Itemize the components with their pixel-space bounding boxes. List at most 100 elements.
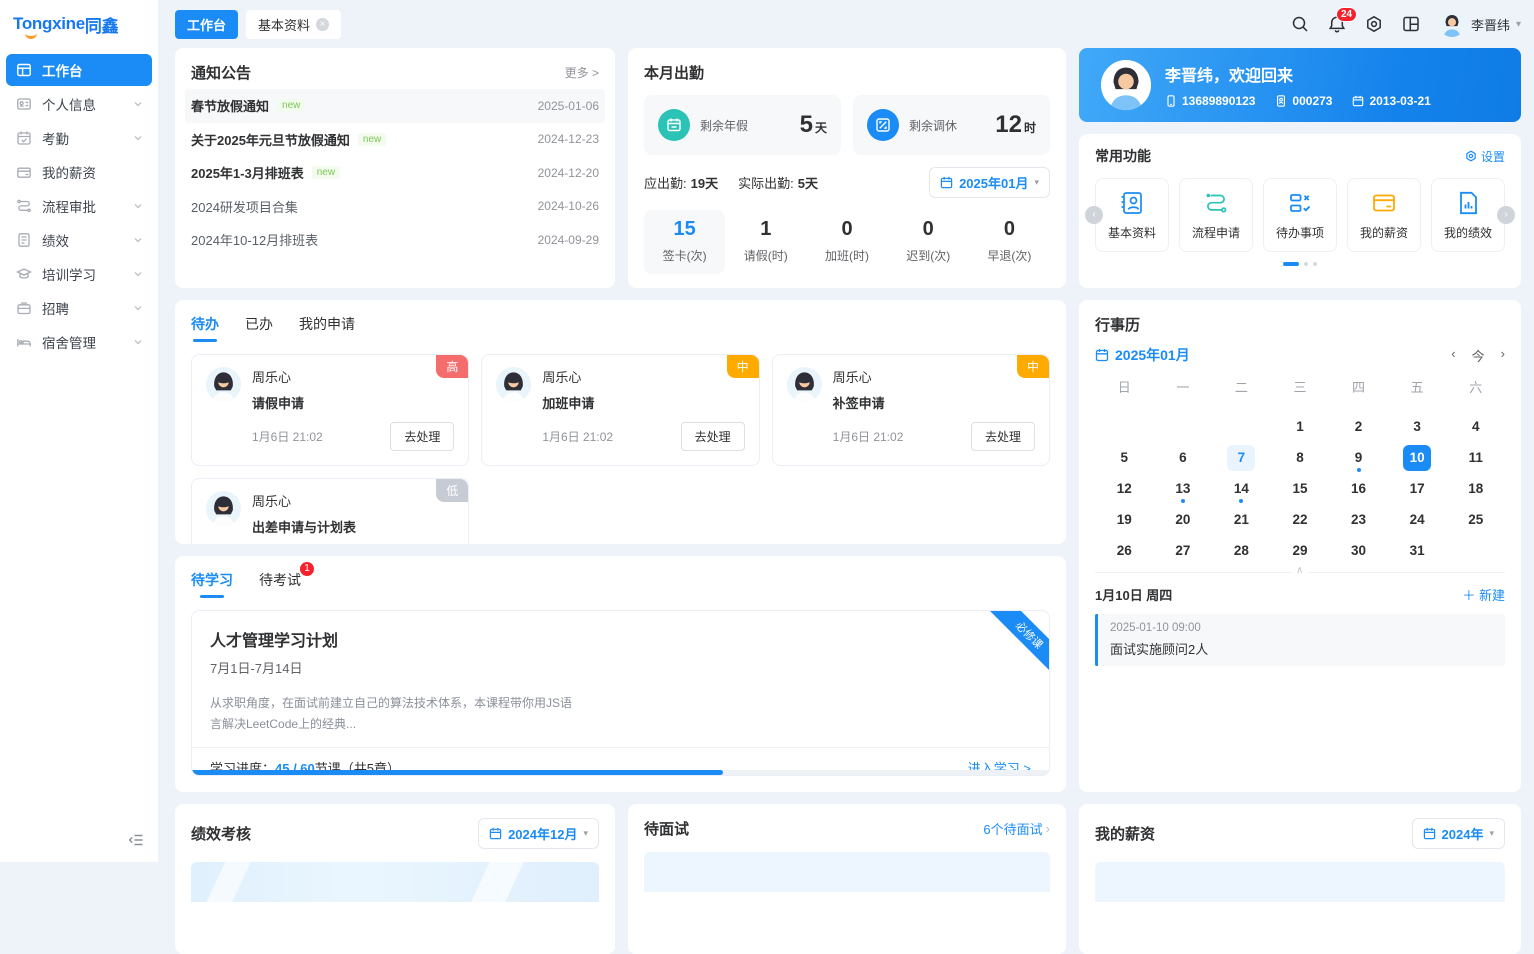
course-card[interactable]: 必修课 人才管理学习计划 7月1日-7月14日 从求职角度，在面试前建立自己的算… bbox=[191, 610, 1050, 776]
performance-month-select[interactable]: 2024年12月 ▾ bbox=[478, 818, 599, 849]
quick-functions-card: 常用功能 设置 基本资料 bbox=[1079, 134, 1521, 288]
calendar-day[interactable]: 13 bbox=[1154, 473, 1213, 504]
notice-item[interactable]: 关于2025年元旦节放假通知 new 2024-12-23 bbox=[191, 123, 599, 157]
calendar-day[interactable]: 8 bbox=[1271, 442, 1330, 473]
brand-logo[interactable]: Tongxine同鑫 bbox=[0, 0, 158, 48]
notice-item[interactable]: 春节放假通知 new 2025-01-06 bbox=[185, 89, 605, 123]
calendar-event[interactable]: 2025-01-10 09:00 面试实施顾问2人 bbox=[1095, 614, 1505, 666]
stat-value: 15 bbox=[644, 218, 725, 241]
sidebar-item[interactable]: 培训学习 bbox=[6, 258, 152, 290]
sidebar: Tongxine同鑫 工作台 个人信息 考勤 我的薪资 bbox=[0, 0, 158, 862]
calendar-day[interactable]: 3 bbox=[1388, 411, 1447, 442]
calendar-day[interactable]: 2 bbox=[1329, 411, 1388, 442]
calendar-day[interactable]: 29 bbox=[1271, 535, 1330, 566]
avatar bbox=[496, 367, 531, 402]
calendar-day[interactable]: 22 bbox=[1271, 504, 1330, 535]
sidebar-item[interactable]: 我的薪资 bbox=[6, 156, 152, 188]
layout-grid-icon[interactable] bbox=[1402, 15, 1420, 33]
search-icon[interactable] bbox=[1291, 15, 1309, 33]
study-tab[interactable]: 待考试 1 bbox=[259, 570, 301, 598]
quick-item[interactable]: 我的绩效 bbox=[1431, 178, 1505, 252]
calendar-day[interactable]: 9 bbox=[1329, 442, 1388, 473]
carousel-prev-icon[interactable]: ‹ bbox=[1085, 206, 1103, 224]
notice-item[interactable]: 2025年1-3月排班表 new 2024-12-20 bbox=[191, 156, 599, 190]
notices-more-link[interactable]: 更多 > bbox=[565, 64, 599, 81]
calendar-day[interactable]: 25 bbox=[1446, 504, 1505, 535]
attendance-month-select[interactable]: 2025年01月 ▾ bbox=[929, 167, 1050, 198]
calendar-day[interactable]: 16 bbox=[1329, 473, 1388, 504]
quick-item[interactable]: 待办事项 bbox=[1263, 178, 1337, 252]
notice-item[interactable]: 2024年10-12月排班表 2024-09-29 bbox=[191, 223, 599, 257]
handle-button[interactable]: 去处理 bbox=[681, 422, 745, 451]
event-time: 2025-01-10 09:00 bbox=[1110, 622, 1493, 634]
interview-count-link[interactable]: 6个待面试› bbox=[983, 819, 1050, 838]
quick-item[interactable]: 我的薪资 bbox=[1347, 178, 1421, 252]
study-tab[interactable]: 待学习 bbox=[191, 570, 233, 598]
sidebar-item[interactable]: 工作台 bbox=[6, 54, 152, 86]
calendar-day[interactable]: 26 bbox=[1095, 535, 1154, 566]
calendar-day[interactable]: 6 bbox=[1154, 442, 1213, 473]
interview-title: 待面试 bbox=[644, 818, 689, 839]
calendar-day[interactable]: 12 bbox=[1095, 473, 1154, 504]
quick-settings-link[interactable]: 设置 bbox=[1465, 148, 1505, 165]
calendar-today-button[interactable]: 今 bbox=[1472, 346, 1485, 365]
new-event-button[interactable]: ＋ 新建 bbox=[1462, 585, 1505, 604]
page-tab[interactable]: 工作台 bbox=[175, 10, 238, 39]
carousel-dots[interactable] bbox=[1095, 262, 1505, 266]
notice-item[interactable]: 2024研发项目合集 2024-10-26 bbox=[191, 190, 599, 224]
calendar-day[interactable]: 1 bbox=[1271, 411, 1330, 442]
dashboard-grid: 通知公告 更多 > 春节放假通知 new 2025-01-06 关于2025年元… bbox=[175, 48, 1521, 954]
weekday-label: 四 bbox=[1329, 373, 1388, 403]
calendar-day[interactable]: 7 bbox=[1212, 442, 1271, 473]
calendar-day[interactable]: 30 bbox=[1329, 535, 1388, 566]
sidebar-item-icon bbox=[16, 62, 32, 78]
applicant-name: 周乐心 bbox=[252, 367, 304, 386]
close-icon[interactable]: × bbox=[316, 18, 329, 31]
todo-tab[interactable]: 已办 bbox=[245, 314, 273, 342]
sidebar-item[interactable]: 个人信息 bbox=[6, 88, 152, 120]
calendar-month[interactable]: 2025年01月 bbox=[1095, 345, 1190, 365]
calendar-day[interactable]: 24 bbox=[1388, 504, 1447, 535]
sidebar-item[interactable]: 考勤 bbox=[6, 122, 152, 154]
calendar-day[interactable]: 11 bbox=[1446, 442, 1505, 473]
calendar-day[interactable]: 21 bbox=[1212, 504, 1271, 535]
sidebar-item[interactable]: 宿舍管理 bbox=[6, 326, 152, 358]
sidebar-item[interactable]: 绩效 bbox=[6, 224, 152, 256]
calendar-day[interactable]: 15 bbox=[1271, 473, 1330, 504]
sidebar-item[interactable]: 流程审批 bbox=[6, 190, 152, 222]
quick-item[interactable]: 流程申请 bbox=[1179, 178, 1253, 252]
todo-tab[interactable]: 待办 bbox=[191, 314, 219, 342]
notification-bell-icon[interactable]: 24 bbox=[1328, 15, 1346, 33]
page-tab[interactable]: 基本资料 × bbox=[246, 10, 341, 39]
avatar bbox=[206, 491, 241, 526]
calendar-day[interactable]: 18 bbox=[1446, 473, 1505, 504]
calendar-day[interactable]: 4 bbox=[1446, 411, 1505, 442]
gear-icon[interactable] bbox=[1365, 15, 1383, 33]
calendar-prev-icon[interactable]: ‹ bbox=[1451, 346, 1455, 365]
user-menu[interactable]: 李晋纬 ▾ bbox=[1439, 11, 1521, 37]
calendar-day[interactable]: 31 bbox=[1388, 535, 1447, 566]
salary-year-select[interactable]: 2024年 ▾ bbox=[1412, 818, 1505, 849]
calendar-day[interactable]: 27 bbox=[1154, 535, 1213, 566]
calendar-next-icon[interactable]: › bbox=[1501, 346, 1505, 365]
calendar-day[interactable]: 20 bbox=[1154, 504, 1213, 535]
calendar-day[interactable]: 17 bbox=[1388, 473, 1447, 504]
quick-item[interactable]: 基本资料 bbox=[1095, 178, 1169, 252]
required-attendance: 应出勤:19天 bbox=[644, 173, 718, 192]
calendar-day[interactable]: 19 bbox=[1095, 504, 1154, 535]
handle-button[interactable]: 去处理 bbox=[971, 422, 1035, 451]
sidebar-item[interactable]: 招聘 bbox=[6, 292, 152, 324]
todo-tab[interactable]: 我的申请 bbox=[299, 314, 355, 342]
carousel-next-icon[interactable]: › bbox=[1497, 206, 1515, 224]
calendar-day[interactable]: 5 bbox=[1095, 442, 1154, 473]
collapse-sidebar-icon[interactable] bbox=[128, 832, 144, 848]
stat-label: 早退(次) bbox=[969, 247, 1050, 264]
calendar-collapse-divider[interactable]: ∧ bbox=[1095, 572, 1505, 573]
handle-button[interactable]: 去处理 bbox=[390, 422, 454, 451]
calendar-day[interactable]: 28 bbox=[1212, 535, 1271, 566]
calendar-day[interactable]: 23 bbox=[1329, 504, 1388, 535]
application-type: 请假申请 bbox=[252, 393, 304, 412]
notice-title: 2024年10-12月排班表 bbox=[191, 230, 318, 249]
calendar-day[interactable]: 10 bbox=[1388, 442, 1447, 473]
calendar-day[interactable]: 14 bbox=[1212, 473, 1271, 504]
